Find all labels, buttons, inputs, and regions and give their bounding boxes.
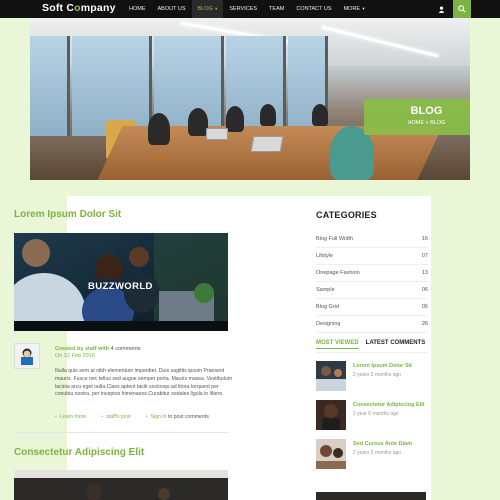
breadcrumb-home[interactable]: HOME	[408, 120, 425, 126]
post-excerpt: Nulla quis sem at nibh elementum imperdi…	[55, 368, 233, 398]
hero-banner: BLOG HOME » BLOG	[30, 18, 470, 180]
hero-person	[148, 113, 170, 145]
sidebar-post-title[interactable]: Consectetur Adipiscing Elit	[353, 402, 425, 408]
post-image[interactable]: BUZZWORLD	[14, 233, 228, 331]
bullet-icon: •	[55, 414, 57, 420]
nav-blog[interactable]: BLOG ▾	[191, 0, 224, 18]
top-navbar: Soft Company HOME ABOUT US BLOG ▾ SERVIC…	[0, 0, 500, 18]
post-title[interactable]: Lorem Ipsum Dolor Sit	[14, 209, 121, 220]
category-item[interactable]: Onepage Fashion 13	[316, 265, 428, 282]
caret-down-icon: ▾	[213, 6, 218, 11]
sidebar-post-title[interactable]: Lorem Ipsum Dolor Sit	[353, 363, 412, 369]
author-link[interactable]: staff with	[85, 346, 109, 352]
tab-latest-comments[interactable]: LATEST COMMENTS	[366, 340, 426, 349]
post-meta: Created by staff with 4 comments	[55, 346, 141, 352]
image-caption: BUZZWORLD	[88, 281, 153, 292]
page-title: BLOG	[410, 105, 443, 117]
category-item[interactable]: Designing 26	[316, 316, 428, 333]
post-title[interactable]: Consectetur Adipiscing Elit	[14, 447, 144, 458]
brand-logo[interactable]: Soft Company	[42, 2, 116, 14]
staffs-post-link[interactable]: staff's post	[106, 414, 131, 420]
sidebar-banner[interactable]	[316, 492, 426, 500]
categories-heading: CATEGORIES	[316, 210, 377, 220]
nav-more[interactable]: MORE ▾	[338, 0, 371, 18]
hero-laptop	[206, 128, 228, 140]
nav-services[interactable]: SERVICES	[223, 0, 263, 18]
breadcrumb-current: BLOG	[430, 120, 446, 126]
tab-most-viewed[interactable]: MOST VIEWED	[316, 340, 359, 349]
page-title-box: BLOG HOME » BLOG	[364, 99, 470, 135]
category-item[interactable]: Blog Grid 05	[316, 299, 428, 316]
avatar[interactable]	[14, 343, 40, 369]
hero-person	[260, 104, 276, 126]
sidebar-post-time: 2 years 5 months ago	[353, 372, 402, 378]
search-icon[interactable]	[453, 0, 471, 18]
bullet-icon: •	[145, 414, 148, 420]
breadcrumb: HOME » BLOG	[364, 120, 470, 126]
post-thumbnail	[316, 400, 346, 430]
sidebar-post[interactable]: Consectetur Adipiscing Elit 1 year 6 mon…	[316, 400, 428, 432]
category-item[interactable]: Lifstyle 07	[316, 248, 428, 265]
nav-contact-us[interactable]: CONTACT US	[290, 0, 337, 18]
post-thumbnail	[316, 439, 346, 469]
user-icon[interactable]	[432, 0, 450, 18]
category-item[interactable]: Blog Full Width 16	[316, 231, 428, 248]
learn-more-link[interactable]: Learn more	[60, 414, 87, 420]
category-item[interactable]: Sample 06	[316, 282, 428, 299]
comment-count: 4 comments	[110, 346, 141, 352]
nav-home[interactable]: HOME	[123, 0, 152, 18]
hero-window	[30, 36, 70, 136]
hero-person	[226, 106, 244, 132]
sidebar-post[interactable]: Lorem Ipsum Dolor Sit 2 years 5 months a…	[316, 361, 428, 393]
sidebar-post-title[interactable]: Sed Cursus Ante Diam	[353, 441, 412, 447]
sidebar-post[interactable]: Sed Cursus Ante Diam 2 years 5 months ag…	[316, 439, 428, 471]
hero-person	[312, 104, 328, 126]
post-image[interactable]	[14, 470, 228, 500]
post-divider	[14, 432, 228, 433]
sidebar-post-time: 2 years 5 months ago	[353, 450, 402, 456]
nav-about-us[interactable]: ABOUT US	[152, 0, 192, 18]
sign-in-link[interactable]: Sign in	[151, 414, 167, 420]
post-thumbnail	[316, 361, 346, 391]
post-links: • Learn more • staff's post • Sign in to po…	[55, 414, 209, 420]
sidebar-post-time: 1 year 6 months ago	[353, 411, 399, 417]
tab-divider	[316, 352, 428, 353]
main-menu: HOME ABOUT US BLOG ▾ SERVICES TEAM CONTA…	[123, 0, 371, 18]
post-date: On 12 Feb 2016	[55, 353, 95, 359]
bullet-icon: •	[101, 414, 104, 420]
caret-down-icon: ▾	[361, 6, 365, 11]
post-tabs: MOST VIEWED LATEST COMMENTS	[316, 340, 425, 349]
hero-person	[188, 108, 208, 136]
nav-team[interactable]: TEAM	[263, 0, 290, 18]
hero-laptop	[250, 136, 284, 152]
